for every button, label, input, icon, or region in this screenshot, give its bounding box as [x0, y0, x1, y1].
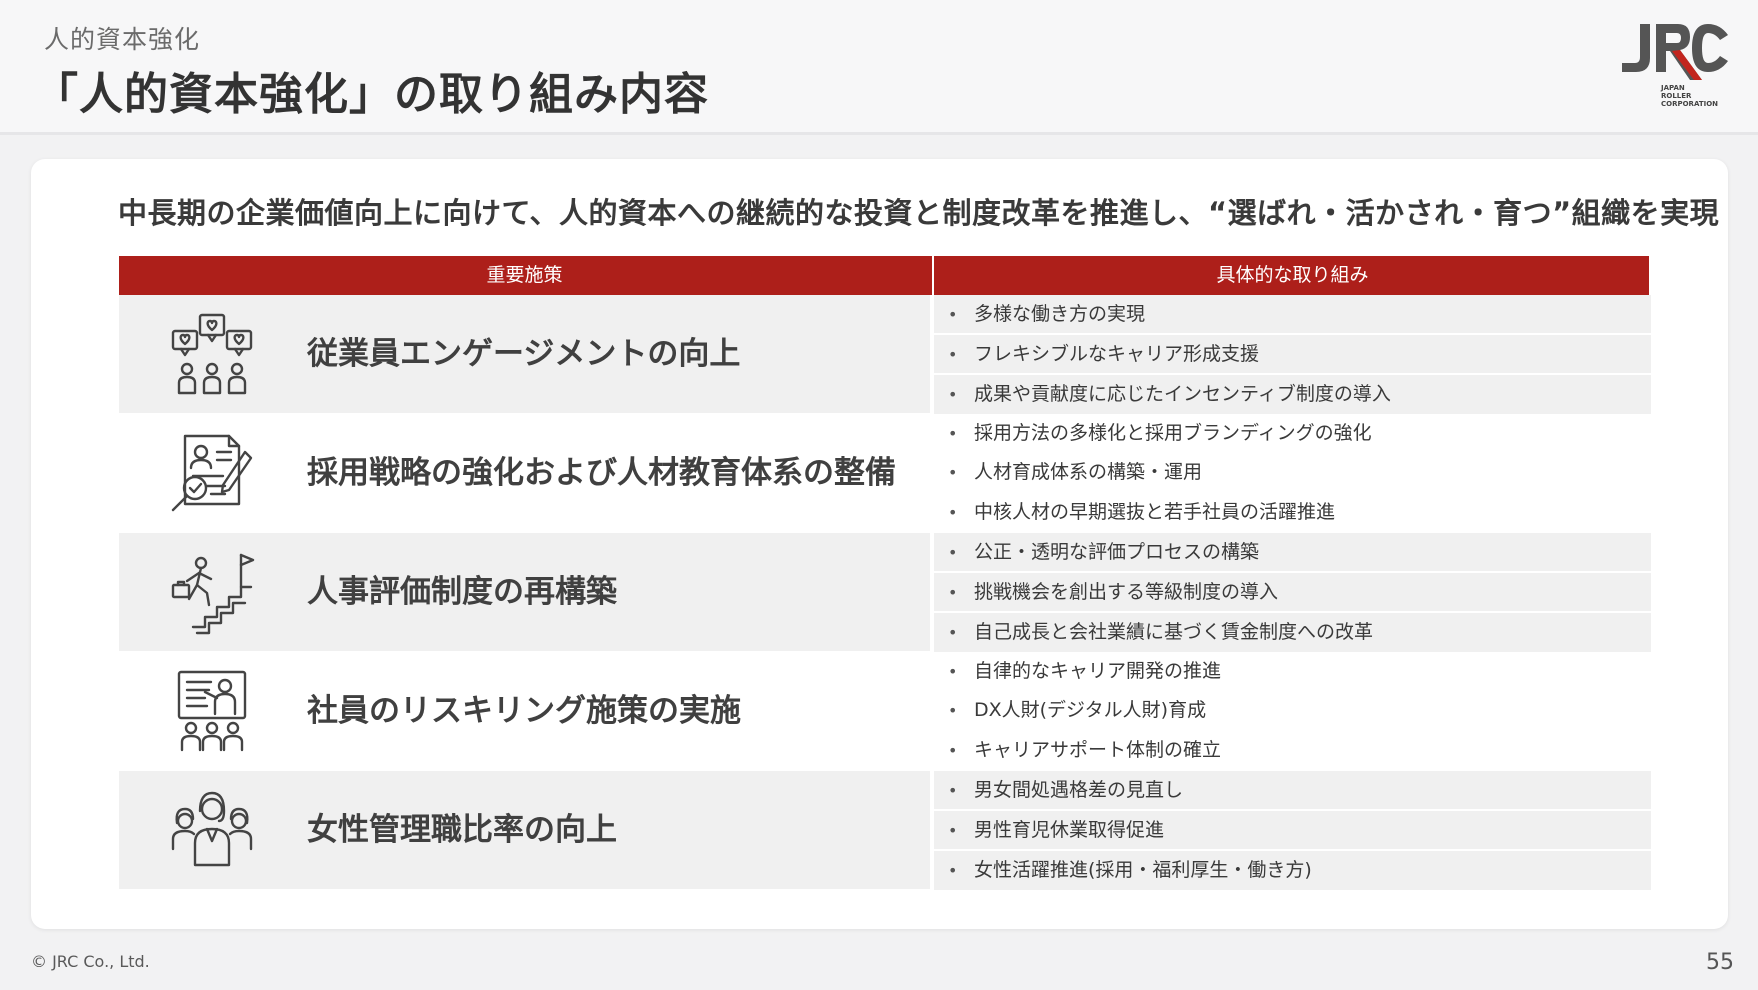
measure-cell: 人事評価制度の再構築	[119, 533, 930, 651]
list-item: • 男女間処遇格差の見直し	[934, 771, 1651, 810]
list-item: • 公正・透明な評価プロセスの構築	[934, 533, 1651, 572]
recruitment-icon	[171, 434, 253, 512]
measure-label: 従業員エンゲージメントの向上	[307, 336, 741, 372]
measure-label: 社員のリスキリング施策の実施	[307, 693, 741, 729]
list-item: • 中核人材の早期選抜と若手社員の活躍推進	[948, 501, 1336, 523]
page-title: 「人的資本強化」の取り組み内容	[34, 69, 709, 120]
table-row: 採用戦略の強化および人材教育体系の整備 • 採用方法の多様化と採用ブランディングの…	[119, 414, 1649, 532]
list-item: • キャリアサポート体制の確立	[948, 739, 1222, 761]
actions-cell: • 多様な働き方の実現 • フレキシブルなキャリア形成支援 • 成果や貢献度に応じたイ…	[932, 295, 1651, 414]
measure-cell: 従業員エンゲージメントの向上	[119, 295, 930, 413]
section-eyebrow: 人的資本強化	[44, 25, 201, 54]
table-header: 重要施策 具体的な取り組み	[119, 256, 1649, 295]
list-item: • DX人財(デジタル人財)育成	[948, 699, 1207, 721]
logo-wordmark: JAPAN ROLLER CORPORATION	[1661, 84, 1719, 108]
header-divider	[0, 132, 1758, 135]
list-item: • 自己成長と会社業績に基づく賃金制度への改革	[934, 611, 1651, 652]
table-row: 人事評価制度の再構築 • 公正・透明な評価プロセスの構築 • 挑戦機会を創出する等級…	[119, 533, 1651, 652]
actions-cell: • 自律的なキャリア開発の推進 • DX人財(デジタル人財)育成 • キャリアサポート…	[932, 652, 1651, 770]
copyright: © JRC Co., Ltd.	[31, 952, 150, 971]
actions-cell: • 採用方法の多様化と採用ブランディングの強化 • 人材育成体系の構築・運用 • 中核…	[932, 414, 1651, 532]
career-stairs-icon	[171, 553, 255, 635]
list-item: • フレキシブルなキャリア形成支援	[934, 333, 1651, 374]
lead-statement: 中長期の企業価値向上に向けて、人的資本への継続的な投資と制度改革を推進し、“選ば…	[118, 196, 1720, 230]
table-row: 女性管理職比率の向上 • 男女間処遇格差の見直し • 男性育児休業取得促進 • 女性活…	[119, 771, 1651, 890]
list-item: • 女性活躍推進(採用・福利厚生・働き方)	[934, 849, 1651, 890]
list-item: • 多様な働き方の実現	[934, 295, 1651, 334]
table-row: 従業員エンゲージメントの向上 • 多様な働き方の実現 • フレキシブルなキャリア形成…	[119, 295, 1651, 414]
measure-cell: 採用戦略の強化および人材教育体系の整備	[119, 414, 930, 532]
header-key-measures: 重要施策	[486, 264, 563, 286]
list-item: • 採用方法の多様化と採用ブランディングの強化	[948, 422, 1372, 444]
list-item: • 成果や貢献度に応じたインセンティブ制度の導入	[934, 373, 1651, 414]
page-number: 55	[1706, 950, 1734, 975]
measure-cell: 女性管理職比率の向上	[119, 771, 930, 889]
measure-cell: 社員のリスキリング施策の実施	[119, 652, 930, 770]
list-item: • 男性育児休業取得促進	[934, 809, 1651, 850]
women-managers-icon	[171, 791, 253, 867]
table-row: 社員のリスキリング施策の実施 • 自律的なキャリア開発の推進 • DX人財(デジタル…	[119, 652, 1649, 770]
list-item: • 自律的なキャリア開発の推進	[948, 660, 1222, 682]
measure-label: 女性管理職比率の向上	[307, 812, 617, 848]
actions-cell: • 男女間処遇格差の見直し • 男性育児休業取得促進 • 女性活躍推進(採用・福利厚生…	[932, 771, 1651, 890]
measure-label: 人事評価制度の再構築	[307, 574, 617, 610]
list-item: • 人材育成体系の構築・運用	[948, 461, 1203, 483]
actions-cell: • 公正・透明な評価プロセスの構築 • 挑戦機会を創出する等級制度の導入 • 自己成長…	[932, 533, 1651, 652]
training-icon	[177, 670, 247, 752]
header-concrete-actions: 具体的な取り組み	[932, 256, 1651, 295]
list-item: • 挑戦機会を創出する等級制度の導入	[934, 571, 1651, 612]
engagement-icon	[171, 313, 253, 395]
measure-label: 採用戦略の強化および人材教育体系の整備	[307, 455, 896, 491]
